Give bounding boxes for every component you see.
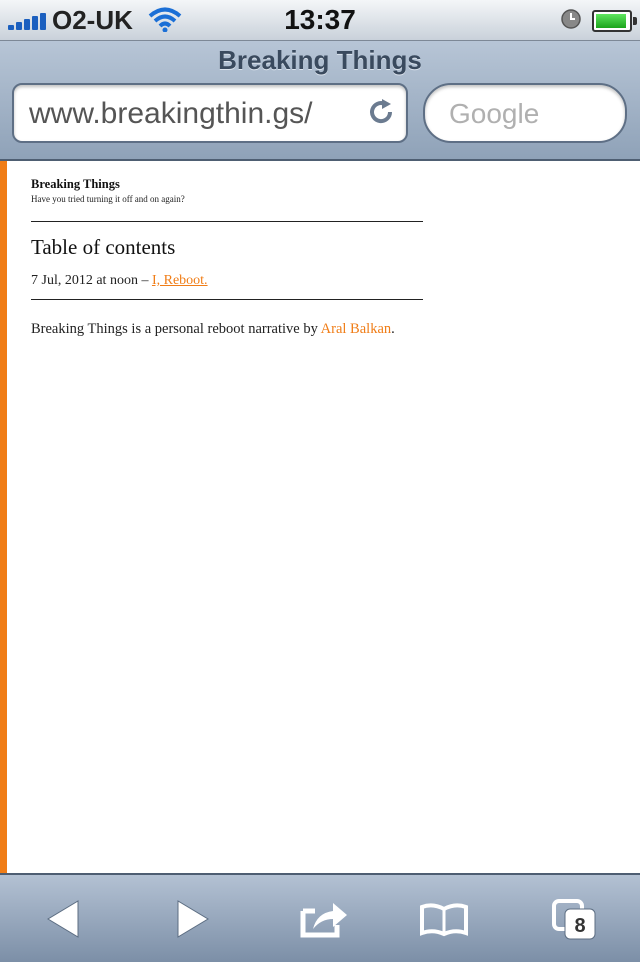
address-bar[interactable]: www.breakingthin.gs/ — [12, 83, 408, 143]
search-field[interactable]: Google — [423, 83, 627, 143]
back-arrow-icon[interactable] — [46, 899, 82, 939]
about-text: Breaking Things is a personal reboot nar… — [31, 318, 423, 340]
pages-icon[interactable]: 8 — [549, 897, 599, 941]
divider — [31, 221, 423, 222]
about-suffix: . — [391, 321, 395, 337]
pages-button[interactable]: 8 — [544, 893, 604, 945]
share-button[interactable] — [294, 893, 354, 945]
accent-bar — [0, 161, 7, 873]
blog-tagline: Have you tried turning it off and on aga… — [31, 194, 185, 204]
author-link[interactable]: Aral Balkan — [321, 321, 391, 337]
status-time: 13:37 — [284, 4, 356, 35]
forward-button[interactable] — [162, 893, 222, 945]
status-bar: O2-UK 13:37 — [0, 0, 640, 41]
toc-heading: Table of contents — [31, 235, 176, 259]
divider — [31, 299, 423, 300]
browser-toolbar: 8 — [0, 873, 640, 962]
url-text[interactable]: www.breakingthin.gs/ — [29, 97, 312, 131]
toc-entry: 7 Jul, 2012 at noon – I, Reboot. — [31, 273, 208, 289]
page-title: Breaking Things — [218, 45, 422, 75]
blog-title: Breaking Things — [31, 177, 120, 191]
about-prefix: Breaking Things is a personal reboot nar… — [31, 321, 321, 337]
alarm-clock-icon — [561, 9, 581, 29]
toc-entry-link[interactable]: I, Reboot. — [152, 273, 208, 288]
back-button[interactable] — [34, 893, 94, 945]
bookmarks-icon[interactable] — [419, 901, 469, 937]
search-placeholder: Google — [449, 98, 540, 129]
battery-icon — [592, 10, 637, 32]
page-content: Breaking Things Have you tried turning i… — [0, 161, 640, 873]
tab-count: 8 — [574, 915, 585, 937]
bookmarks-button[interactable] — [414, 893, 474, 945]
reload-icon[interactable] — [366, 97, 396, 127]
browser-navbar: Breaking Things www.breakingthin.gs/ Goo… — [0, 41, 640, 161]
forward-arrow-icon[interactable] — [174, 899, 210, 939]
toc-entry-date: 7 Jul, 2012 at noon – — [31, 273, 152, 288]
share-icon[interactable] — [299, 899, 349, 939]
